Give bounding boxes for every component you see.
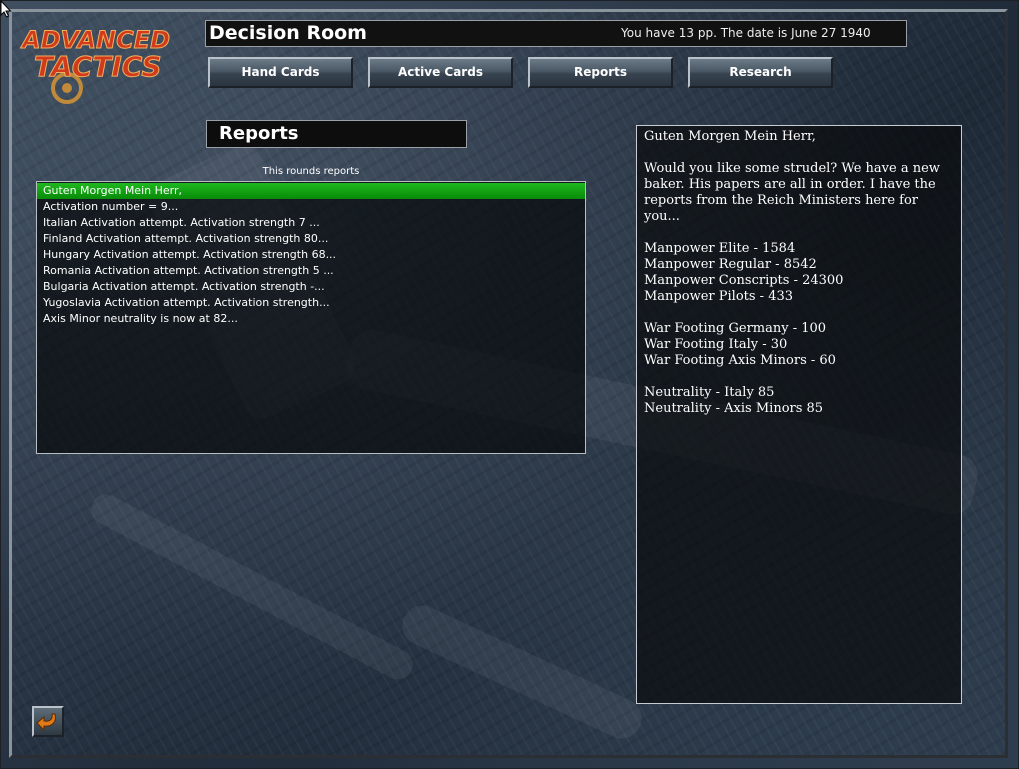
neutrality-italy: Neutrality - Italy 85 xyxy=(644,385,775,400)
manpower-elite: Manpower Elite - 1584 xyxy=(644,241,796,256)
mouse-cursor-icon xyxy=(0,0,12,18)
neutrality-axis-minors: Neutrality - Axis Minors 85 xyxy=(644,401,824,416)
list-item[interactable]: Axis Minor neutrality is now at 82... xyxy=(37,311,585,327)
page-title: Decision Room xyxy=(209,22,367,44)
war-footing-axis-minors: War Footing Axis Minors - 60 xyxy=(644,353,836,368)
background-nail-silhouette xyxy=(86,489,418,685)
list-item[interactable]: Italian Activation attempt. Activation s… xyxy=(37,215,585,231)
list-item[interactable]: Hungary Activation attempt. Activation s… xyxy=(37,247,585,263)
report-detail-text[interactable]: Guten Morgen Mein Herr, Would you like s… xyxy=(636,125,962,704)
active-cards-button[interactable]: Active Cards xyxy=(368,57,513,88)
war-footing-italy: War Footing Italy - 30 xyxy=(644,337,788,352)
list-item[interactable]: Finland Activation attempt. Activation s… xyxy=(37,231,585,247)
back-arrow-icon xyxy=(36,713,56,732)
background-wrench-silhouette-2 xyxy=(395,598,649,746)
advanced-tactics-logo: ADVANCED TACTICS xyxy=(20,18,175,113)
hand-cards-button[interactable]: Hand Cards xyxy=(208,57,353,88)
logo-line2: TACTICS xyxy=(34,50,162,83)
list-item[interactable]: Guten Morgen Mein Herr, xyxy=(37,183,585,199)
section-title: Reports xyxy=(206,120,467,148)
manpower-conscripts: Manpower Conscripts - 24300 xyxy=(644,273,844,288)
war-footing-germany: War Footing Germany - 100 xyxy=(644,321,827,336)
research-button[interactable]: Research xyxy=(688,57,833,88)
reports-button[interactable]: Reports xyxy=(528,57,673,88)
reports-list-caption: This rounds reports xyxy=(262,166,360,177)
reports-list[interactable]: Guten Morgen Mein Herr, Activation numbe… xyxy=(36,181,586,454)
report-greeting: Guten Morgen Mein Herr, xyxy=(644,129,816,144)
header-bar: Decision Room You have 13 pp. The date i… xyxy=(205,20,907,47)
manpower-regular: Manpower Regular - 8542 xyxy=(644,257,817,272)
manpower-pilots: Manpower Pilots - 433 xyxy=(644,289,794,304)
list-item[interactable]: Bulgaria Activation attempt. Activation … xyxy=(37,279,585,295)
list-item[interactable]: Romania Activation attempt. Activation s… xyxy=(37,263,585,279)
list-item[interactable]: Yugoslavia Activation attempt. Activatio… xyxy=(37,295,585,311)
status-info: You have 13 pp. The date is June 27 1940 xyxy=(621,26,871,40)
list-item[interactable]: Activation number = 9... xyxy=(37,199,585,215)
back-button[interactable] xyxy=(32,706,64,737)
report-intro: Would you like some strudel? We have a n… xyxy=(644,161,940,224)
